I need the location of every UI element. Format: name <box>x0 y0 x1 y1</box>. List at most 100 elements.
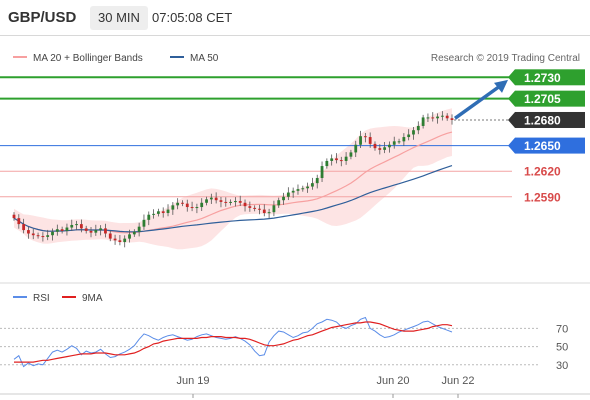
candle-body <box>349 152 353 157</box>
candle-body <box>209 197 213 200</box>
x-axis: Jun 19 Jun 20 Jun 22 <box>0 375 590 398</box>
candle-body <box>296 189 300 191</box>
level-label-support: 1.2590 <box>524 190 561 204</box>
candle-body <box>60 229 64 231</box>
candle-body <box>426 117 430 119</box>
candle-body <box>354 144 358 153</box>
level-label-pointer <box>508 90 515 107</box>
candle-body <box>75 224 78 226</box>
rsi-panel: 70 50 30 <box>0 316 568 372</box>
level-value-label: 1.2705 <box>524 92 561 106</box>
candle-body <box>142 219 146 227</box>
candle-body <box>359 136 362 145</box>
candle-body <box>229 201 232 203</box>
candle-body <box>291 190 295 193</box>
candle-body <box>161 211 165 214</box>
candle-body <box>104 228 107 234</box>
candle-body <box>301 188 305 190</box>
candle-body <box>17 218 21 225</box>
candle-body <box>253 207 257 209</box>
rsi-line <box>13 316 453 368</box>
level-value-label: 1.2620 <box>524 165 561 179</box>
level-label-pointer <box>508 111 515 128</box>
level-value-label: 1.2590 <box>524 190 561 204</box>
candle-body <box>436 116 439 119</box>
candle-body <box>267 212 271 214</box>
rsi-legend-label: RSI <box>33 293 50 304</box>
level-label-target: 1.2730 <box>508 69 585 86</box>
candle-body <box>286 192 290 197</box>
rsi-tick-label: 30 <box>556 360 568 372</box>
candle-body <box>431 117 435 119</box>
candle-body <box>132 231 136 235</box>
level-value-label: 1.2680 <box>524 113 561 127</box>
candle-body <box>234 201 237 203</box>
candle-body <box>368 137 372 144</box>
candle-body <box>123 238 127 243</box>
candle-body <box>315 178 319 184</box>
candle-body <box>383 147 387 150</box>
candle-body <box>344 156 348 161</box>
candle-body <box>195 207 199 209</box>
candle-body <box>363 136 367 138</box>
candle-body <box>94 230 98 233</box>
candle-body <box>397 141 401 143</box>
candle-body <box>214 197 218 201</box>
candle-body <box>248 206 252 208</box>
rsi-legend: RSI 9MA <box>13 293 103 304</box>
candle-body <box>306 186 310 189</box>
candle-body <box>113 238 117 241</box>
candle-body <box>51 231 54 236</box>
candle-body <box>335 158 338 161</box>
candle-body <box>176 202 180 206</box>
candle-body <box>205 199 208 203</box>
candle-body <box>108 233 112 239</box>
candle-body <box>320 166 324 179</box>
price-chart: MA 20 + Bollinger Bands MA 50 Research ©… <box>0 53 590 398</box>
candle-body <box>224 201 228 203</box>
candle-body <box>36 235 40 237</box>
ma50-legend-label: MA 50 <box>190 53 219 64</box>
candle-body <box>378 148 382 150</box>
candle-body <box>147 214 151 220</box>
candle-body <box>31 233 35 236</box>
level-label-support: 1.2620 <box>524 165 561 179</box>
candle-body <box>450 118 454 120</box>
forecast-arrow-shaft <box>453 82 505 120</box>
rsi-tick-label: 70 <box>556 323 568 335</box>
x-tick-label: Jun 22 <box>441 375 474 387</box>
copyright-text: Research © 2019 Trading Central <box>431 53 580 64</box>
candle-body <box>402 137 406 142</box>
candle-body <box>156 211 160 214</box>
candle-body <box>65 227 69 231</box>
x-tick-label: Jun 20 <box>376 375 409 387</box>
candle-body <box>22 224 26 231</box>
candle-body <box>238 201 242 203</box>
candle-body <box>388 144 391 148</box>
ma20-legend-label: MA 20 + Bollinger Bands <box>33 53 143 64</box>
candle-body <box>185 203 189 208</box>
candle-body <box>118 240 122 243</box>
bollinger-bands <box>14 108 452 250</box>
bollinger-band-area <box>14 108 452 250</box>
candle-body <box>445 115 449 119</box>
candle-body <box>99 228 103 231</box>
candle-body <box>12 214 16 219</box>
candle-body <box>243 202 247 207</box>
candle-body <box>407 134 411 138</box>
level-label-pointer <box>508 137 515 154</box>
level-label-pointer <box>508 69 515 86</box>
candle-body <box>41 236 45 238</box>
candle-body <box>137 226 141 232</box>
candle-body <box>416 125 420 131</box>
candle-body <box>412 130 415 135</box>
candle-body <box>262 209 266 214</box>
candle-body <box>311 183 314 187</box>
candle-body <box>440 115 444 117</box>
candle-body <box>277 200 281 206</box>
candle-body <box>55 229 59 232</box>
level-value-label: 1.2730 <box>524 71 561 85</box>
level-label-target: 1.2705 <box>508 90 585 107</box>
candle-body <box>282 196 285 201</box>
candle-body <box>89 230 93 233</box>
